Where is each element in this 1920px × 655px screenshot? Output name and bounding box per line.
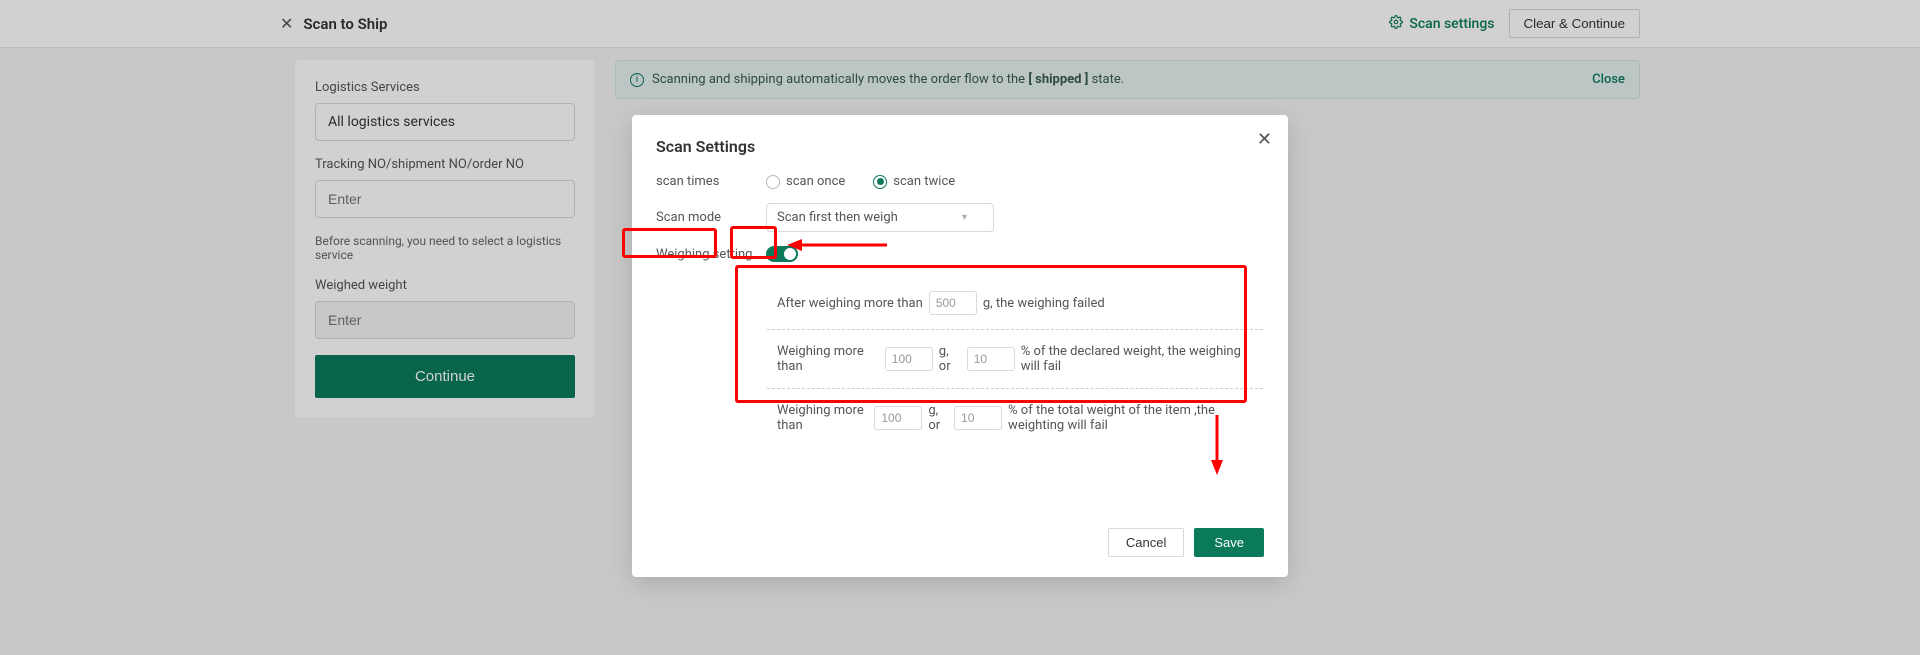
- scan-twice-label: scan twice: [893, 174, 955, 189]
- cancel-button[interactable]: Cancel: [1108, 528, 1184, 557]
- weighing-setting-label: Weighing setting: [656, 247, 766, 262]
- scan-mode-value: Scan first then weigh: [777, 210, 898, 225]
- rule2-percent-input[interactable]: [967, 347, 1015, 371]
- chevron-down-icon: ▾: [962, 212, 967, 223]
- rule2-grams-input[interactable]: [885, 347, 933, 371]
- scan-settings-modal: Scan Settings ✕ scan times scan once sca…: [632, 115, 1288, 577]
- rule3-percent-input[interactable]: [954, 406, 1002, 430]
- scan-once-radio[interactable]: scan once: [766, 174, 845, 189]
- rule3-grams-input[interactable]: [874, 406, 922, 430]
- scan-once-label: scan once: [786, 174, 845, 189]
- scan-times-radio-group: scan once scan twice: [766, 174, 955, 189]
- rule1-grams-input[interactable]: [929, 291, 977, 315]
- scan-twice-radio[interactable]: scan twice: [873, 174, 955, 189]
- scan-times-label: scan times: [656, 174, 766, 189]
- rule-row-3: Weighing more than g, or % of the total …: [767, 388, 1263, 447]
- save-button[interactable]: Save: [1194, 528, 1264, 557]
- scan-mode-select[interactable]: Scan first then weigh ▾: [766, 203, 994, 232]
- weighing-toggle[interactable]: [766, 246, 798, 262]
- modal-title: Scan Settings: [656, 137, 1264, 156]
- weighing-rules: After weighing more than g, the weighing…: [766, 276, 1264, 448]
- scan-mode-label: Scan mode: [656, 210, 766, 225]
- rule-row-2: Weighing more than g, or % of the declar…: [767, 329, 1263, 388]
- radio-checked-icon: [873, 175, 887, 189]
- rule-row-1: After weighing more than g, the weighing…: [767, 277, 1263, 329]
- modal-close-icon[interactable]: ✕: [1257, 129, 1272, 150]
- modal-overlay: Scan Settings ✕ scan times scan once sca…: [0, 0, 1920, 655]
- radio-unchecked-icon: [766, 175, 780, 189]
